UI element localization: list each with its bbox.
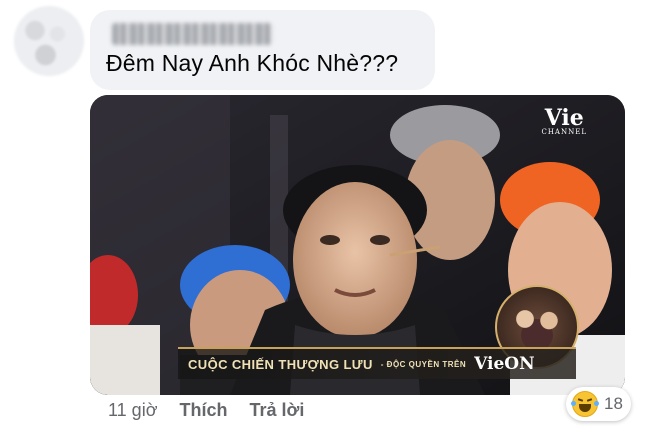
vie-channel-logo: Vie CHANNEL: [541, 107, 587, 136]
reaction-summary[interactable]: 18: [566, 387, 631, 421]
like-button[interactable]: Thích: [180, 400, 228, 421]
comment-actions: 11 giờ Thích Trả lời: [108, 400, 304, 421]
vie-logo-text: Vie: [544, 105, 584, 131]
banner-brand: VieON: [474, 354, 535, 374]
commenter-avatar[interactable]: [14, 6, 84, 76]
haha-emoji-icon: [571, 391, 599, 417]
channel-logo-text: CHANNEL: [541, 128, 587, 136]
banner-title: CUỘC CHIẾN THƯỢNG LƯU: [188, 356, 373, 372]
comment-timestamp[interactable]: 11 giờ: [108, 400, 158, 421]
show-title-banner: CUỘC CHIẾN THƯỢNG LƯU - ĐỘC QUYỀN TRÊN V…: [178, 347, 576, 379]
commenter-name-blurred[interactable]: [112, 23, 272, 45]
banner-subtitle: - ĐỘC QUYỀN TRÊN: [380, 359, 467, 369]
reply-button[interactable]: Trả lời: [250, 400, 305, 421]
comment-image[interactable]: Vie CHANNEL CUỘC CHIẾN THƯỢNG LƯU - ĐỘC …: [90, 95, 625, 395]
comment-text: Đêm Nay Anh Khóc Nhè???: [106, 50, 399, 76]
reaction-count: 18: [604, 394, 623, 413]
